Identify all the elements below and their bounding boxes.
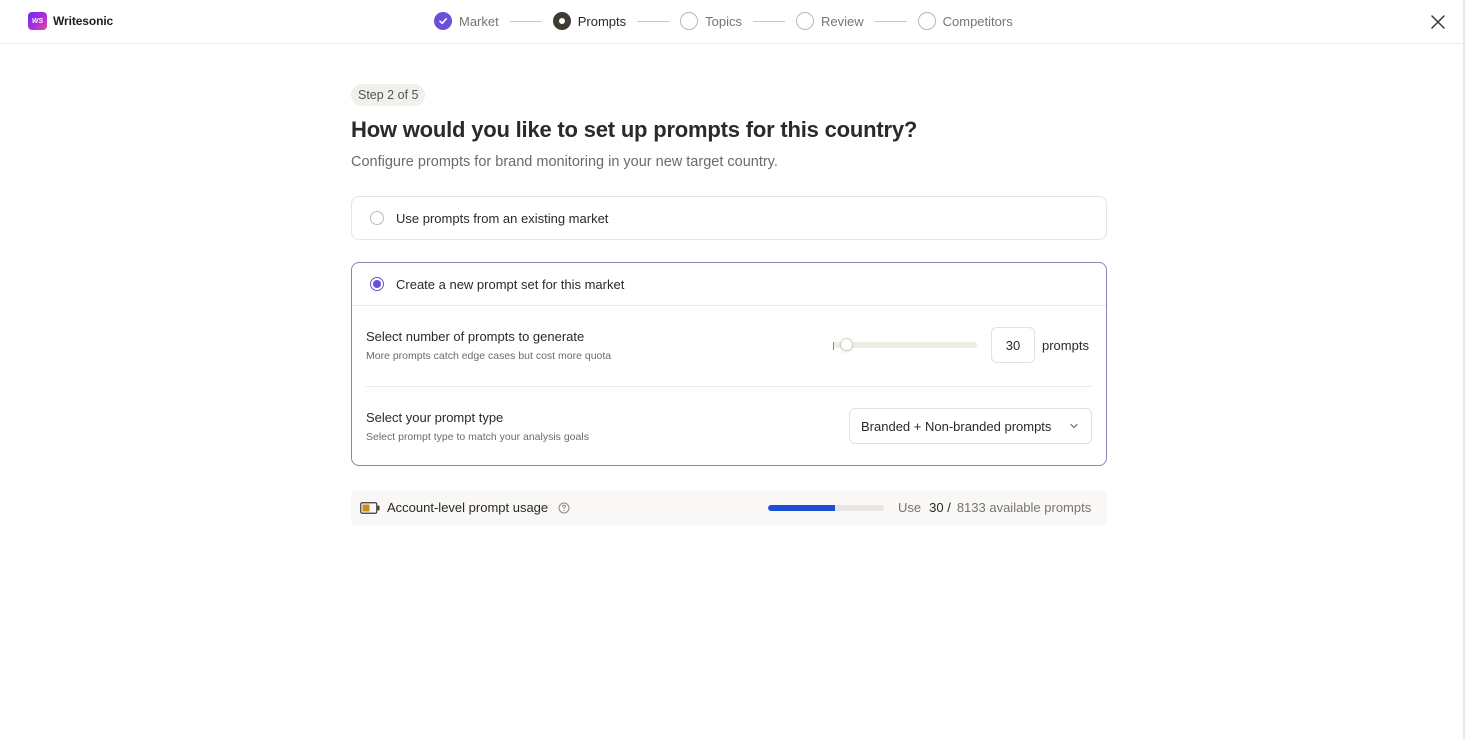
- setting-description: Select prompt type to match your analysi…: [366, 431, 589, 443]
- step-badge: Step 2 of 5: [351, 84, 426, 106]
- close-button[interactable]: [1428, 12, 1448, 32]
- option-existing-market[interactable]: Use prompts from an existing market: [351, 196, 1107, 240]
- step-label: Topics: [705, 13, 742, 29]
- prompt-count-setting: Select number of prompts to generate Mor…: [366, 306, 1092, 386]
- page-title: How would you like to set up prompts for…: [351, 117, 918, 142]
- usage-prefix: Use: [898, 500, 922, 515]
- usage-progress-bar: [768, 505, 884, 511]
- select-value: Branded + Non-branded prompts: [861, 418, 1052, 434]
- option-new-prompt-set[interactable]: Create a new prompt set for this market …: [351, 262, 1107, 466]
- prompt-type-select[interactable]: Branded + Non-branded prompts: [849, 408, 1092, 444]
- check-icon: [434, 12, 452, 30]
- step-label: Market: [459, 13, 499, 29]
- setting-description: More prompts catch edge cases but cost m…: [366, 350, 612, 362]
- option-row[interactable]: Use prompts from an existing market: [352, 197, 1106, 239]
- progress-stepper: Market Prompts Topics Review Competitors: [434, 11, 1013, 31]
- radio-existing-market[interactable]: [370, 211, 384, 225]
- step-prompts[interactable]: Prompts: [552, 12, 627, 30]
- prompt-count-unit: prompts: [1042, 338, 1089, 353]
- battery-icon: [360, 502, 380, 514]
- radio-new-prompt-set[interactable]: [370, 277, 384, 291]
- pending-step-icon: [796, 12, 814, 30]
- step-connector: [637, 20, 670, 22]
- step-connector: [753, 20, 785, 22]
- usage-available: 8133 available prompts: [956, 500, 1092, 515]
- step-competitors[interactable]: Competitors: [917, 12, 1013, 30]
- prompt-count-slider[interactable]: [833, 336, 977, 354]
- main-content: Step 2 of 5 How would you like to set up…: [351, 84, 1107, 526]
- step-label: Prompts: [577, 13, 627, 29]
- slider-thumb[interactable]: [840, 338, 853, 351]
- option-row[interactable]: Create a new prompt set for this market: [352, 263, 1106, 305]
- slider-tick: [833, 342, 834, 350]
- option-label: Create a new prompt set for this market: [396, 276, 625, 292]
- logo-text: Writesonic: [53, 14, 114, 28]
- step-topics[interactable]: Topics: [680, 12, 742, 30]
- prompt-type-setting: Select your prompt type Select prompt ty…: [366, 386, 1092, 466]
- current-step-icon: [552, 12, 571, 30]
- top-bar: WS Writesonic Market Prompts Topics Revi…: [0, 0, 1465, 44]
- logo-mark-icon: WS: [28, 12, 47, 30]
- step-review[interactable]: Review: [796, 12, 864, 30]
- pending-step-icon: [917, 12, 936, 30]
- usage-text: Use 30 / 8133 available prompts: [898, 500, 1091, 515]
- usage-label: Account-level prompt usage: [387, 500, 549, 515]
- prompt-count-input[interactable]: 30: [991, 327, 1035, 363]
- option-settings: Select number of prompts to generate Mor…: [352, 305, 1106, 466]
- step-label: Review: [821, 13, 864, 29]
- step-connector: [509, 20, 542, 22]
- help-circle-icon[interactable]: [558, 502, 570, 514]
- usage-progress-fill: [768, 505, 836, 511]
- option-label: Use prompts from an existing market: [396, 210, 609, 226]
- step-label: Competitors: [942, 13, 1013, 29]
- step-market[interactable]: Market: [434, 12, 499, 30]
- pending-step-icon: [680, 12, 699, 30]
- setting-title: Select your prompt type: [366, 410, 504, 425]
- usage-used: 30 /: [929, 500, 951, 515]
- step-connector: [874, 20, 907, 22]
- slider-track[interactable]: [833, 342, 977, 348]
- page-subtitle: Configure prompts for brand monitoring i…: [351, 154, 778, 170]
- prompt-usage-panel: Account-level prompt usage Use 30 / 8133…: [351, 490, 1107, 526]
- logo: WS Writesonic: [28, 12, 113, 30]
- chevron-down-icon: [1070, 423, 1078, 429]
- close-icon: [1431, 15, 1445, 29]
- setting-title: Select number of prompts to generate: [366, 329, 585, 344]
